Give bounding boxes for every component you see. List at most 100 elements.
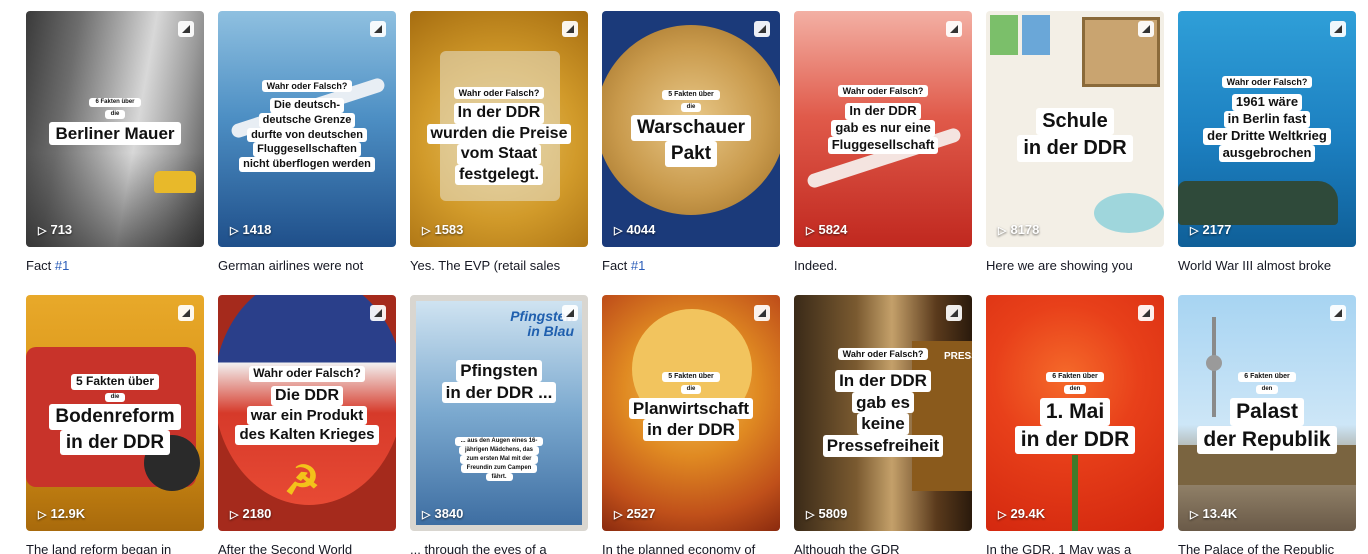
title-overlay: 5 Fakten über die Planwirtschaft in der … [606,369,776,442]
overlay-text: Wahr oder Falsch? [453,87,545,100]
video-thumbnail[interactable]: Schule in der DDR ▷ 8178 [986,11,1164,247]
video-thumbnail[interactable]: Wahr oder Falsch? In der DDR gab es nur … [794,11,972,247]
play-icon: ▷ [1190,509,1199,521]
video-caption[interactable]: In the planned economy of [602,541,780,554]
video-thumbnail[interactable]: PRESS Wahr oder Falsch? In der DDR gab e… [794,295,972,531]
video-thumbnail[interactable]: Wahr oder Falsch? Die deutsch- deutsche … [218,11,396,247]
multi-photo-icon [946,305,962,321]
view-count-value: 4044 [626,222,656,237]
overlay-text: Wahr oder Falsch? [1221,76,1313,89]
overlay-text: in der DDR [1017,135,1133,162]
overlay-text: festgelegt. [454,164,543,185]
video-caption[interactable]: Yes. The EVP (retail sales [410,257,588,275]
video-card[interactable]: PRESS Wahr oder Falsch? In der DDR gab e… [794,295,972,554]
multi-photo-icon [1138,305,1154,321]
video-thumbnail[interactable]: Wahr oder Falsch? In der DDR wurden die … [410,11,588,247]
video-card[interactable]: Schule in der DDR ▷ 8178 Here we are show… [986,11,1164,275]
caption-text: The land reform began in [26,542,172,554]
video-caption[interactable]: In the GDR, 1 May was a [986,541,1164,554]
video-thumbnail[interactable]: 5 Fakten über die Warschauer Pakt ▷ 4044 [602,11,780,247]
video-caption[interactable]: Indeed. [794,257,972,275]
video-thumbnail[interactable]: Wahr oder Falsch? 1961 wäre in Berlin fa… [1178,11,1356,247]
video-grid: 6 Fakten über die Berliner Mauer ▷ 713 Fa… [0,0,1368,554]
hashtag-link[interactable]: #1 [631,258,645,273]
video-card[interactable]: 5 Fakten über die Bodenreform in der DDR… [26,295,204,554]
video-caption[interactable]: World War III almost broke [1178,257,1356,275]
video-caption[interactable]: The land reform began in [26,541,204,554]
overlay-text: Bodenreform [49,403,181,430]
overlay-text: Die DDR [270,385,343,407]
overlay-text: Wahr oder Falsch? [837,85,929,98]
view-count-value: 13.4K [1202,506,1238,521]
video-card[interactable]: 5 Fakten über die Warschauer Pakt ▷ 4044 … [602,11,780,275]
view-count: ▷ 12.9K [38,506,85,521]
multi-photo-icon [562,21,578,37]
video-thumbnail[interactable]: 6 Fakten über den 1. Mai in der DDR ▷ 29.… [986,295,1164,531]
video-caption[interactable]: Here we are showing you [986,257,1164,275]
overlay-text: des Kalten Krieges [235,425,379,445]
video-caption[interactable]: After the Second World [218,541,396,554]
overlay-text: Pressefreiheit [822,434,944,457]
video-card[interactable]: 6 Fakten über den 1. Mai in der DDR ▷ 29.… [986,295,1164,554]
title-overlay: 5 Fakten über die Bodenreform in der DDR [30,371,200,456]
overlay-text: 5 Fakten über [662,90,720,101]
video-caption[interactable]: Although the GDR [794,541,972,554]
play-icon: ▷ [38,509,47,521]
title-overlay: Wahr oder Falsch? 1961 wäre in Berlin fa… [1182,73,1352,163]
title-overlay: Wahr oder Falsch? In der DDR gab es kein… [798,345,968,457]
video-card[interactable]: 6 Fakten über die Berliner Mauer ▷ 713 Fa… [26,11,204,275]
multi-photo-icon [754,21,770,37]
overlay-text: jährigen Mädchens, das [458,445,540,455]
title-overlay: Schule in der DDR [990,105,1160,162]
video-thumbnail[interactable]: ☭ Wahr oder Falsch? Die DDR war ein Prod… [218,295,396,531]
box-illustration [990,15,1018,55]
play-icon: ▷ [998,225,1007,237]
video-thumbnail[interactable]: 6 Fakten über den Palast der Republik ▷ 1… [1178,295,1356,531]
video-caption[interactable]: Fact #1 [602,257,780,275]
overlay-text: Palast [1230,397,1304,427]
video-card[interactable]: 5 Fakten über die Planwirtschaft in der … [602,295,780,554]
caption-text: World War III almost broke [1178,258,1332,273]
caption-text: Here we are showing you [986,258,1133,273]
view-count-value: 8178 [1010,222,1040,237]
view-count: ▷ 2180 [230,506,271,521]
video-thumbnail[interactable]: Pfingsten in Blau Pfingsten in der DDR .… [410,295,588,531]
video-card[interactable]: ☭ Wahr oder Falsch? Die DDR war ein Prod… [218,295,396,554]
play-icon: ▷ [998,509,1007,521]
view-count-value: 2180 [242,506,272,521]
video-thumbnail[interactable]: 5 Fakten über die Bodenreform in der DDR… [26,295,204,531]
overlay-text: In der DDR [835,370,931,392]
overlay-text: wurden die Preise [426,123,572,145]
video-card[interactable]: Wahr oder Falsch? 1961 wäre in Berlin fa… [1178,11,1356,275]
caption-text: Fact [26,258,55,273]
play-icon: ▷ [230,509,239,521]
view-count: ▷ 8178 [998,222,1039,237]
subtitle-overlay: ... aus den Augen eines 16- jährigen Mäd… [424,437,574,482]
video-thumbnail[interactable]: 5 Fakten über die Planwirtschaft in der … [602,295,780,531]
video-card[interactable]: Wahr oder Falsch? Die deutsch- deutsche … [218,11,396,275]
video-card[interactable]: Pfingsten in Blau Pfingsten in der DDR .… [410,295,588,554]
view-count-value: 3840 [434,506,464,521]
overlay-text: Warschauer [630,114,752,141]
video-card[interactable]: 6 Fakten über den Palast der Republik ▷ 1… [1178,295,1356,554]
video-card[interactable]: Wahr oder Falsch? In der DDR wurden die … [410,11,588,275]
video-card[interactable]: Wahr oder Falsch? In der DDR gab es nur … [794,11,972,275]
hammer-sickle-icon: ☭ [284,459,320,503]
title-overlay: 6 Fakten über den 1. Mai in der DDR [990,369,1160,455]
hashtag-link[interactable]: #1 [55,258,69,273]
video-caption[interactable]: German airlines were not [218,257,396,275]
video-thumbnail[interactable]: 6 Fakten über die Berliner Mauer ▷ 713 [26,11,204,247]
overlay-text: in der DDR [1014,426,1136,455]
overlay-text: der Republik [1197,426,1337,455]
multi-photo-icon [178,305,194,321]
video-caption[interactable]: The Palace of the Republic [1178,541,1356,554]
overlay-text: Wahr oder Falsch? [249,366,365,382]
view-count-value: 5809 [818,506,848,521]
view-count-value: 2177 [1202,222,1232,237]
multi-photo-icon [1330,305,1346,321]
overlay-text: In der DDR [845,103,921,121]
multi-photo-icon [1330,21,1346,37]
video-caption[interactable]: Fact #1 [26,257,204,275]
video-caption[interactable]: ... through the eyes of a [410,541,588,554]
multi-photo-icon [1138,21,1154,37]
